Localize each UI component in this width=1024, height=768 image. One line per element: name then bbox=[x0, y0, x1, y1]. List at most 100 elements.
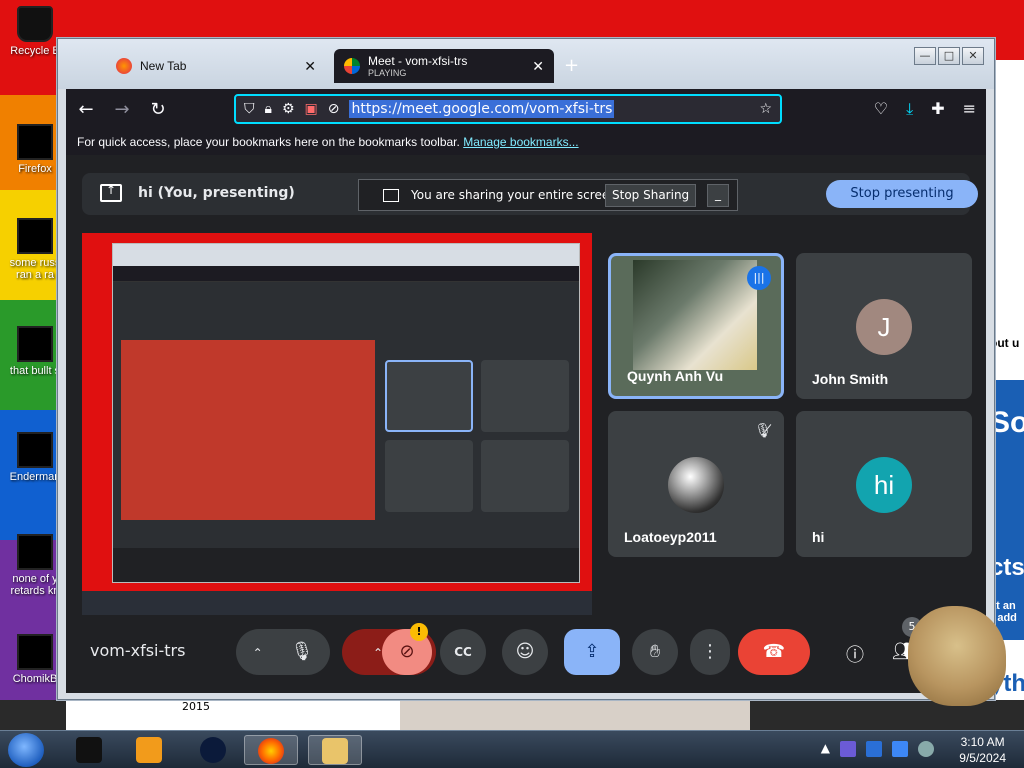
new-tab-plus-icon[interactable]: + bbox=[564, 55, 579, 76]
menu-hamburger-icon[interactable]: ≡ bbox=[963, 99, 976, 119]
start-button[interactable] bbox=[8, 733, 44, 767]
wallpaper-strip: 2015 bbox=[66, 700, 406, 730]
taskbar: ▲ 3:10 AM 9/5/2024 bbox=[0, 730, 1024, 768]
tab-new-tab[interactable]: New Tab ✕ bbox=[106, 49, 326, 83]
preview-taskbar bbox=[82, 591, 592, 615]
participant-tile[interactable]: 🎙︎̸ Loatoeyp2011 bbox=[608, 411, 784, 557]
taskbar-item[interactable] bbox=[186, 735, 240, 765]
document-icon bbox=[17, 326, 53, 362]
participant-tile[interactable]: ||| Quynh Anh Vu bbox=[608, 253, 784, 399]
participant-tile[interactable]: hi hi bbox=[796, 411, 972, 557]
warning-badge: ! bbox=[410, 623, 428, 641]
taskbar-item-explorer[interactable] bbox=[308, 735, 362, 765]
document-icon bbox=[17, 534, 53, 570]
forward-arrow-icon[interactable]: → bbox=[112, 99, 132, 120]
extensions-icon[interactable]: ✚ bbox=[931, 99, 944, 119]
tab-meet[interactable]: Meet - vom-xfsi-trs PLAYING ✕ bbox=[334, 49, 554, 83]
present-screen-icon bbox=[100, 183, 122, 202]
hamster-icon bbox=[17, 634, 53, 670]
stop-presenting-button[interactable]: Stop presenting bbox=[826, 180, 978, 208]
mic-muted-icon: 🎙︎̸ bbox=[754, 423, 772, 439]
presenting-banner: hi (You, presenting) You are sharing you… bbox=[82, 173, 978, 215]
close-icon[interactable]: ✕ bbox=[532, 58, 544, 75]
minimize-button[interactable]: — bbox=[914, 47, 936, 65]
firefox-icon bbox=[258, 738, 284, 764]
sharing-notice-text: You are sharing your entire screen. bbox=[411, 188, 621, 202]
pocket-icon[interactable]: ♡ bbox=[874, 99, 888, 119]
bookmarks-hint: For quick access, place your bookmarks h… bbox=[77, 135, 460, 149]
emoji-reaction-button[interactable]: ☺ bbox=[502, 629, 548, 675]
close-icon[interactable]: ✕ bbox=[304, 58, 316, 75]
folder-icon bbox=[322, 738, 348, 764]
participant-tile[interactable]: J John Smith bbox=[796, 253, 972, 399]
browser-window: New Tab ✕ Meet - vom-xfsi-trs PLAYING ✕ … bbox=[57, 38, 995, 700]
present-now-button[interactable]: ⇪ bbox=[564, 629, 620, 675]
meet-page: hi (You, presenting) You are sharing you… bbox=[66, 155, 986, 693]
tray-app-icon[interactable] bbox=[866, 741, 882, 757]
stop-sharing-button[interactable]: Stop Sharing bbox=[605, 184, 697, 207]
desktop-icon-label: that bullt s bbox=[9, 365, 61, 377]
more-options-button[interactable]: ⋮ bbox=[690, 629, 730, 675]
taskbar-item-firefox[interactable] bbox=[244, 735, 298, 765]
desktop-icon-label: Firefox bbox=[18, 163, 52, 175]
shield-icon[interactable]: ⛉ bbox=[244, 101, 255, 117]
window-icon bbox=[17, 432, 53, 468]
permissions-icon[interactable]: ⚙ bbox=[282, 101, 295, 117]
raise-hand-button[interactable]: ✋︎ bbox=[632, 629, 678, 675]
info-icon[interactable]: ⓘ bbox=[846, 641, 864, 667]
meet-control-bar: vom-xfsi-trs ⌃ 🎙︎ ⌃ ⊘ ! CC ☺ ⇪ ✋︎ ⋮ ☎ ⓘ … bbox=[66, 613, 986, 693]
tray-monitor-icon[interactable] bbox=[892, 741, 908, 757]
taskbar-item[interactable] bbox=[122, 735, 176, 765]
desktop-icon-label: some russ ran a ra bbox=[9, 257, 61, 281]
presenting-label: hi (You, presenting) bbox=[138, 185, 295, 201]
hamster-sticker bbox=[908, 606, 1006, 706]
system-tray: ▲ bbox=[821, 741, 934, 757]
captions-button[interactable]: CC bbox=[440, 629, 486, 675]
background-text: cts bbox=[990, 554, 1024, 581]
back-arrow-icon[interactable]: ← bbox=[76, 99, 96, 120]
background-window-edge: out u So cts at an r add yth bbox=[990, 60, 1024, 700]
manage-bookmarks-link[interactable]: Manage bookmarks... bbox=[463, 135, 578, 149]
tab-title: Meet - vom-xfsi-trs bbox=[368, 54, 468, 68]
clock-time: 3:10 AM bbox=[960, 735, 1005, 749]
clock-date: 9/5/2024 bbox=[959, 751, 1006, 765]
background-text: So bbox=[990, 406, 1024, 439]
avatar bbox=[668, 457, 724, 513]
recursive-screen-image bbox=[112, 243, 580, 583]
chevron-up-icon[interactable]: ⌃ bbox=[253, 646, 263, 660]
clock[interactable]: 3:10 AM 9/5/2024 bbox=[959, 734, 1006, 766]
url-bar[interactable]: ⛉ 🔒︎ ⚙ ▣ ⊘ https://meet.google.com/vom-x… bbox=[234, 94, 782, 124]
preview-tile bbox=[385, 360, 473, 432]
avatar: J bbox=[856, 299, 912, 355]
minimize-notice-button[interactable]: _ bbox=[707, 184, 729, 207]
maximize-button[interactable]: □ bbox=[938, 47, 960, 65]
tray-expand-icon[interactable]: ▲ bbox=[821, 741, 830, 757]
bookmarks-toolbar: For quick access, place your bookmarks h… bbox=[66, 129, 986, 155]
preview-tiles bbox=[385, 360, 573, 512]
preview-nested-share bbox=[121, 340, 375, 520]
participant-name: Quynh Anh Vu bbox=[627, 368, 724, 384]
meeting-code: vom-xfsi-trs bbox=[90, 641, 186, 660]
url-text[interactable]: https://meet.google.com/vom-xfsi-trs bbox=[349, 100, 615, 118]
screen-share-indicator-icon[interactable]: ▣ bbox=[305, 101, 318, 117]
wallpaper-number: 2015 bbox=[182, 700, 210, 713]
lock-icon[interactable]: 🔒︎ bbox=[265, 101, 272, 117]
participant-name: John Smith bbox=[812, 371, 889, 387]
speaking-indicator-icon: ||| bbox=[747, 266, 771, 290]
close-window-button[interactable]: ✕ bbox=[962, 47, 984, 65]
media-blocked-icon[interactable]: ⊘ bbox=[328, 101, 340, 117]
leave-call-button[interactable]: ☎ bbox=[738, 629, 810, 675]
download-icon[interactable]: ⤓ bbox=[906, 99, 913, 119]
reload-icon[interactable]: ↻ bbox=[148, 99, 168, 120]
tray-app-icon[interactable] bbox=[840, 741, 856, 757]
volume-icon[interactable] bbox=[918, 741, 934, 757]
app-icon bbox=[76, 737, 102, 763]
tab-playing-status: PLAYING bbox=[368, 68, 407, 78]
recycle-bin-icon bbox=[17, 6, 53, 42]
taskbar-item[interactable] bbox=[62, 735, 116, 765]
preview-tile bbox=[481, 360, 569, 432]
google-meet-icon bbox=[344, 58, 360, 74]
screen-sharing-notice: You are sharing your entire screen. Stop… bbox=[358, 179, 738, 211]
bookmark-star-icon[interactable]: ☆ bbox=[759, 101, 772, 117]
microphone-button[interactable]: ⌃ 🎙︎ bbox=[236, 629, 330, 675]
